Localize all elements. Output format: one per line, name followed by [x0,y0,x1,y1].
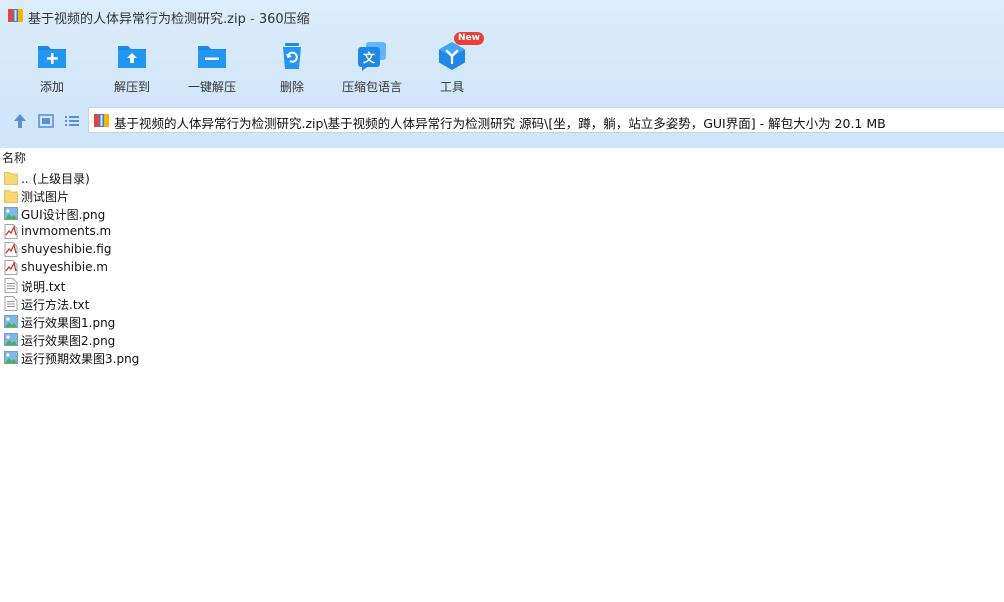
extract-to-icon [118,46,146,68]
folder-icon [4,190,18,203]
archive-language-button[interactable]: 文 压缩包语言 [332,38,412,98]
archive-name: 基于视频的人体异常行为检测研究.zip [28,12,246,27]
new-badge: New [454,32,484,45]
one-click-extract-label: 一键解压 [187,80,236,94]
delete-label: 删除 [279,80,304,94]
file-name: 运行效果图2.png [21,334,116,348]
folder-icon [4,172,18,185]
image-file-icon [4,315,18,328]
file-name: .. (上级目录) [21,172,90,186]
add-folder-icon [38,46,66,68]
title-bar: 基于视频的人体异常行为检测研究.zip - 360压缩 [0,0,1004,32]
navigation-bar: 基于视频的人体异常行为检测研究.zip\基于视频的人体异常行为检测研究 源码\[… [0,107,1004,135]
file-name: 运行效果图1.png [21,316,116,330]
app-name: 360压缩 [258,12,310,27]
file-name: shuyeshibie.m [21,260,108,274]
list-item[interactable]: shuyeshibie.m [0,259,1004,277]
extract-to-label: 解压到 [113,80,150,94]
list-item[interactable]: invmoments.m [0,223,1004,241]
file-name: shuyeshibie.fig [21,242,112,256]
list-item[interactable]: 运行效果图1.png [0,313,1004,331]
toolbar: 添加 解压到 一键解压 删除 文 压缩包语言 New 工具 [0,32,1004,98]
list-item[interactable]: .. (上级目录) [0,169,1004,187]
list-item[interactable]: 说明.txt [0,277,1004,295]
file-name: 说明.txt [21,280,66,294]
list-view-icon[interactable] [63,112,81,130]
extract-to-button[interactable]: 解压到 [92,38,172,98]
zip-archive-icon [94,114,109,127]
text-file-icon [4,278,18,293]
list-item[interactable]: 运行方法.txt [0,295,1004,313]
file-name: invmoments.m [21,224,112,238]
tools-button[interactable]: New 工具 [412,32,492,98]
up-arrow-icon[interactable] [11,112,29,130]
one-click-extract-icon [198,46,226,68]
recycle-bin-icon [283,43,301,69]
matlab-file-icon [4,260,18,275]
list-item[interactable]: shuyeshibie.fig [0,241,1004,259]
file-list: .. (上级目录) 测试图片 GUI设计图.png invmoments.m shuye… [0,169,1004,367]
one-click-extract-button[interactable]: 一键解压 [172,38,252,98]
language-icon: 文 [358,42,386,71]
list-item[interactable]: 测试图片 [0,187,1004,205]
title-separator: - [249,12,255,27]
archive-language-label: 压缩包语言 [341,80,402,94]
address-bar[interactable]: 基于视频的人体异常行为检测研究.zip\基于视频的人体异常行为检测研究 源码\[… [88,107,1004,133]
list-item[interactable]: 运行效果图2.png [0,331,1004,349]
list-item[interactable]: GUI设计图.png [0,205,1004,223]
image-file-icon [4,333,18,346]
list-item[interactable]: 运行预期效果图3.png [0,349,1004,367]
top-panel: 基于视频的人体异常行为检测研究.zip - 360压缩 添加 解压到 一键解压 … [0,0,1004,148]
window-title: 基于视频的人体异常行为检测研究.zip - 360压缩 [28,8,310,27]
add-label: 添加 [39,80,64,94]
matlab-file-icon [4,224,18,239]
address-path: 基于视频的人体异常行为检测研究.zip\基于视频的人体异常行为检测研究 源码\[… [114,116,886,131]
delete-button[interactable]: 删除 [252,38,332,98]
tools-label: 工具 [439,80,464,94]
app-window: 基于视频的人体异常行为检测研究.zip - 360压缩 添加 解压到 一键解压 … [0,0,1004,602]
matlab-file-icon [4,242,18,257]
image-file-icon [4,207,18,220]
zip-archive-icon [8,9,23,22]
file-name: 运行方法.txt [21,298,90,312]
text-file-icon [4,296,18,311]
file-name: 测试图片 [21,190,70,204]
svg-text:文: 文 [363,50,376,65]
column-header-name[interactable]: 名称 [2,149,26,166]
file-name: GUI设计图.png [21,208,106,222]
thumbnail-view-icon[interactable] [37,112,55,130]
image-file-icon [4,351,18,364]
file-name: 运行预期效果图3.png [21,352,140,366]
add-button[interactable]: 添加 [12,38,92,98]
list-header: 名称 [0,148,1004,168]
